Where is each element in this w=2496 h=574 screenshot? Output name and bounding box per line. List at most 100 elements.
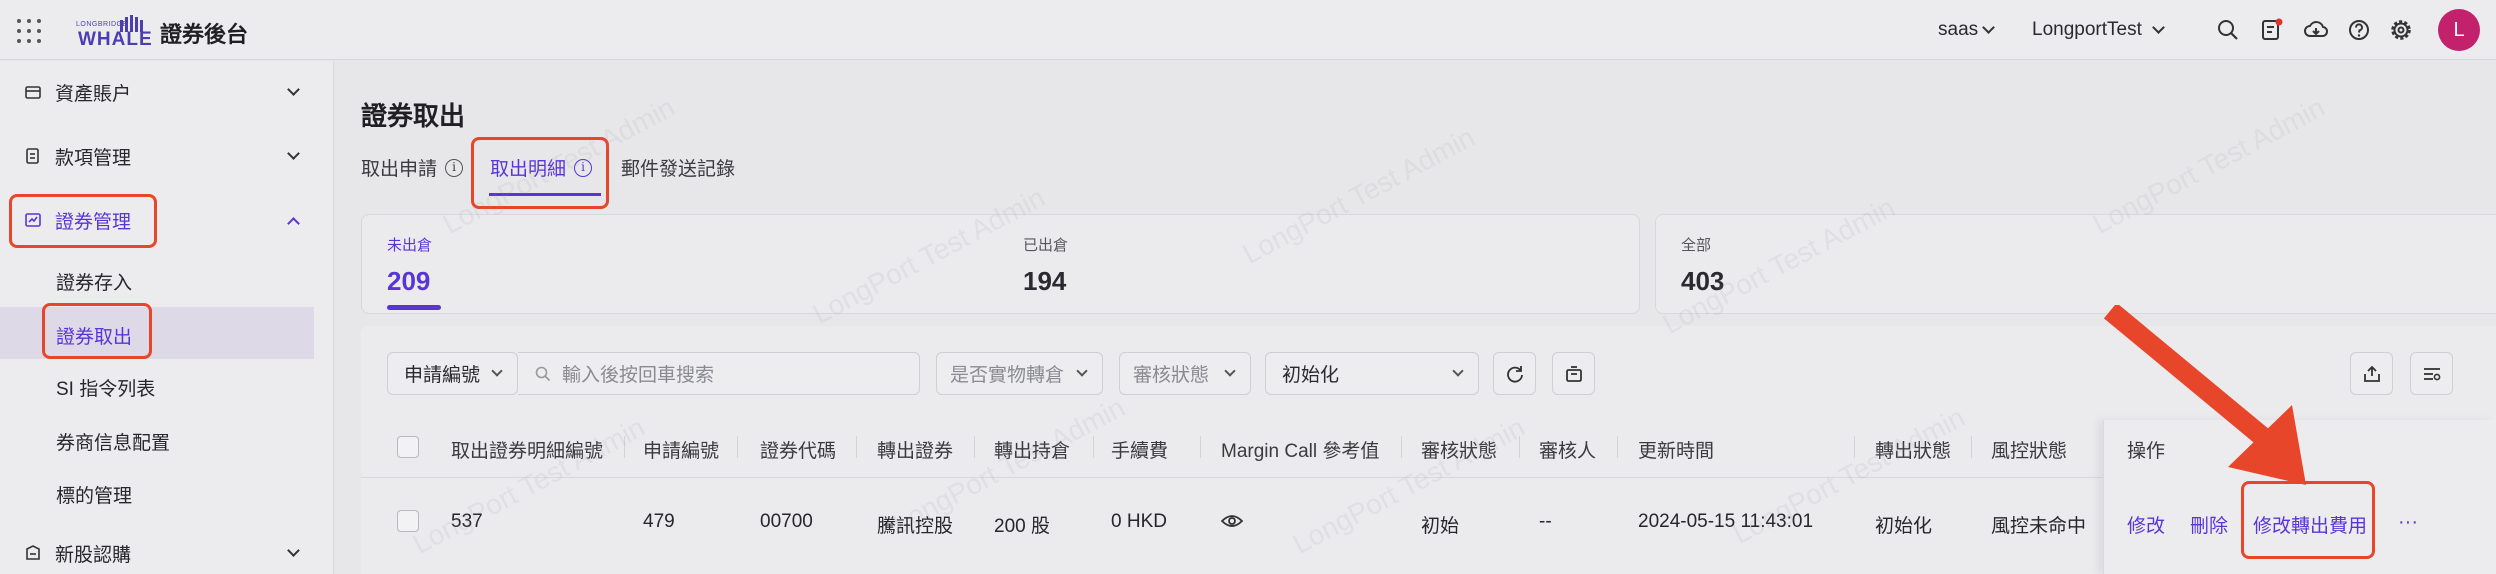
column-divider[interactable] [737, 436, 738, 458]
search-icon [535, 366, 551, 382]
task-list-icon[interactable] [2259, 17, 2285, 43]
cell-reviewer: -- [1539, 511, 1552, 532]
stat-value-all[interactable]: 403 [1681, 266, 1724, 297]
highlight-box [9, 194, 157, 248]
app-grid-icon[interactable] [16, 18, 42, 44]
search-type-select[interactable]: 申請編號 [387, 352, 518, 395]
tab-withdrawal-application[interactable]: 取出申請 i [361, 154, 464, 181]
stats-card-all [1655, 214, 2496, 314]
column-header[interactable]: 申請編號 [643, 436, 719, 463]
top-bar: LONGBRIDGE WHALE 證券後台 saas LongportTest … [0, 0, 2496, 60]
cell-transfer-status: 初始化 [1875, 516, 1933, 537]
cell-security-code: 00700 [760, 511, 813, 532]
cell-security-name: 騰訊控股 [877, 516, 954, 537]
cell-holding: 200 股 [994, 516, 1050, 537]
page-title: 證券取出 [361, 101, 466, 131]
stat-label-completed[interactable]: 已出倉 [1023, 234, 1068, 255]
refresh-button[interactable] [1493, 352, 1536, 395]
logo-bars-icon [120, 15, 143, 32]
cell-fee: 0 HKD [1111, 511, 1167, 532]
review-status-select[interactable]: 審核狀態 [1119, 352, 1251, 395]
column-header[interactable]: 審核狀態 [1421, 436, 1497, 463]
column-divider[interactable] [1401, 436, 1402, 458]
user-avatar[interactable]: L [2438, 9, 2480, 51]
column-divider[interactable] [974, 436, 975, 458]
stat-label-all[interactable]: 全部 [1681, 234, 1711, 255]
chevron-down-icon [287, 147, 300, 160]
tab-label: 取出申請 [361, 159, 438, 180]
row-checkbox[interactable] [397, 510, 419, 532]
tenant-selector[interactable]: saas [1938, 0, 1996, 60]
chevron-down-icon [1452, 365, 1464, 377]
tab-email-records[interactable]: 郵件發送記錄 [621, 154, 735, 181]
export-icon [2363, 365, 2380, 382]
chevron-up-icon [287, 217, 300, 230]
column-header[interactable]: 轉出狀態 [1875, 436, 1951, 463]
column-divider[interactable] [856, 436, 857, 458]
highlight-box [42, 303, 152, 359]
view-eye-icon[interactable] [1221, 513, 1243, 529]
physical-transfer-select[interactable]: 是否實物轉倉 [936, 352, 1103, 395]
stat-label-pending[interactable]: 未出倉 [387, 234, 432, 255]
select-all-checkbox[interactable] [397, 436, 419, 458]
account-selector[interactable]: LongportTest [2032, 0, 2165, 60]
sidebar-group-label: 新股認購 [55, 544, 132, 566]
column-header[interactable]: 取出證券明細編號 [451, 436, 603, 463]
column-divider[interactable] [1093, 436, 1094, 458]
sidebar-item-instrument-management[interactable]: 標的管理 [56, 481, 132, 508]
column-header[interactable]: Margin Call 參考值 [1221, 436, 1379, 463]
column-divider[interactable] [1519, 436, 1520, 458]
column-divider[interactable] [1617, 436, 1618, 458]
chevron-down-icon [1982, 20, 1996, 34]
sidebar-item-securities-deposit[interactable]: 證券存入 [56, 268, 132, 295]
cell-updated-time: 2024-05-15 11:43:01 [1638, 511, 1814, 532]
search-input[interactable]: 輸入後按回車搜索 [518, 352, 920, 395]
account-label: LongportTest [2032, 19, 2142, 40]
edit-button[interactable]: 修改 [2127, 511, 2165, 538]
sidebar-item-si-instructions[interactable]: SI 指令列表 [56, 374, 155, 401]
document-icon [26, 148, 39, 164]
sidebar-group-assets[interactable]: 資產賬户 [10, 67, 314, 117]
refresh-icon [1506, 365, 1523, 383]
sidebar-group-ipo[interactable]: 新股認購 [10, 528, 314, 574]
status-select[interactable]: 初始化 [1265, 352, 1479, 395]
cloud-download-icon[interactable] [2303, 17, 2329, 43]
column-header[interactable]: 轉出證券 [877, 436, 953, 463]
info-icon[interactable]: i [445, 158, 464, 177]
sidebar-group-funds[interactable]: 款項管理 [10, 131, 314, 181]
highlight-box [471, 137, 609, 209]
chevron-down-icon [287, 544, 300, 557]
column-header[interactable]: 更新時間 [1638, 436, 1714, 463]
column-header[interactable]: 轉出持倉 [994, 436, 1070, 463]
sidebar-group-label: 資產賬户 [55, 83, 132, 105]
sidebar-item-broker-config[interactable]: 券商信息配置 [56, 428, 170, 455]
column-header[interactable]: 證券代碼 [760, 436, 836, 463]
search-icon[interactable] [2215, 17, 2241, 43]
cell-application-no: 479 [643, 511, 675, 532]
cell-review-status: 初始 [1421, 516, 1460, 537]
column-divider[interactable] [1200, 436, 1201, 458]
column-divider[interactable] [1854, 436, 1855, 458]
stat-value-completed[interactable]: 194 [1023, 266, 1066, 297]
eraser-icon [1565, 365, 1582, 382]
column-divider[interactable] [624, 436, 625, 458]
whale-logo[interactable]: LONGBRIDGE WHALE [74, 14, 152, 50]
column-settings-button[interactable] [2410, 352, 2453, 395]
delete-button[interactable]: 刪除 [2190, 511, 2228, 538]
column-header[interactable]: 手續費 [1111, 436, 1168, 463]
column-header[interactable]: 風控狀態 [1991, 436, 2067, 463]
cell-risk-status: 風控未命中 [1991, 516, 2087, 537]
export-button[interactable] [2350, 352, 2393, 395]
search-placeholder: 輸入後按回車搜索 [562, 365, 715, 386]
column-divider[interactable] [1971, 436, 1972, 458]
clear-filter-button[interactable] [1552, 352, 1595, 395]
cell-detail-id: 537 [451, 511, 483, 532]
more-actions-button[interactable]: ··· [2398, 511, 2418, 534]
search-type-value: 申請編號 [404, 365, 481, 386]
settings-gear-icon[interactable] [2388, 17, 2414, 43]
stat-value-pending[interactable]: 209 [387, 266, 430, 297]
wallet-icon [25, 86, 41, 99]
chevron-down-icon [1076, 365, 1088, 377]
help-icon[interactable] [2346, 17, 2372, 43]
column-header[interactable]: 審核人 [1539, 436, 1596, 463]
